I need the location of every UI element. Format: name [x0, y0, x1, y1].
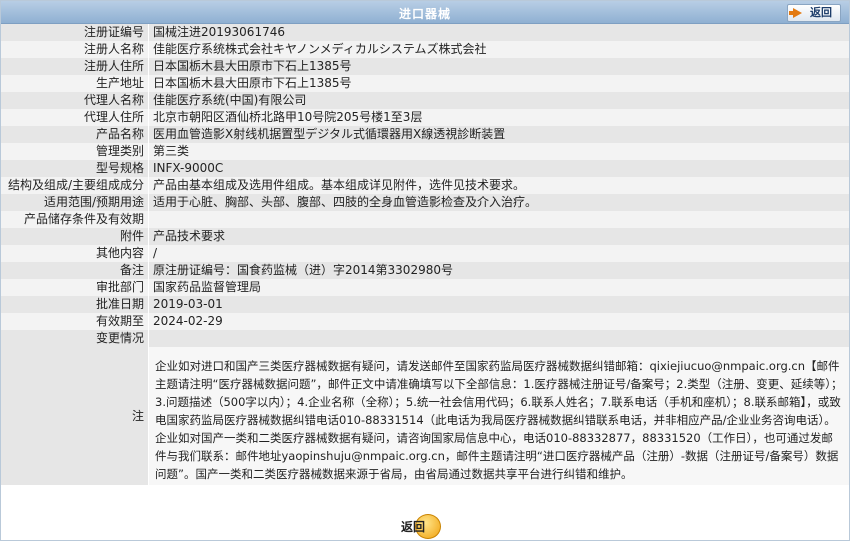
row-label: 其他内容	[1, 245, 149, 262]
row-label: 备注	[1, 262, 149, 279]
table-row: 批准日期 2019-03-01	[1, 296, 849, 313]
row-label: 产品储存条件及有效期	[1, 211, 149, 228]
row-label: 产品名称	[1, 126, 149, 143]
back-button-bottom-label: 返回	[401, 520, 426, 534]
table-row: 其他内容 /	[1, 245, 849, 262]
back-button-bottom[interactable]: 返回	[401, 514, 443, 539]
row-value: 佳能医疗系统(中国)有限公司	[148, 92, 849, 109]
row-value: 北京市朝阳区酒仙桥北路甲10号院205号楼1至3层	[148, 109, 849, 126]
row-value: 2024-02-29	[148, 313, 849, 330]
note-label: 注	[1, 347, 149, 485]
row-value: 适用于心脏、胸部、头部、腹部、四肢的全身血管造影检查及介入治疗。	[148, 194, 849, 211]
table-row: 产品储存条件及有效期	[1, 211, 849, 228]
arrow-right-icon	[789, 8, 802, 18]
row-label: 变更情况	[1, 330, 149, 347]
row-label: 型号规格	[1, 160, 149, 177]
table-row: 产品名称 医用血管造影X射线机据置型デジタル式循環器用X線透視診断装置	[1, 126, 849, 143]
table-row: 代理人名称 佳能医疗系统(中国)有限公司	[1, 92, 849, 109]
row-value: 佳能医疗系统株式会社キヤノンメディカルシステムズ株式会社	[148, 41, 849, 58]
row-value: 日本国栃木县大田原市下石上1385号	[148, 58, 849, 75]
table-row: 管理类别 第三类	[1, 143, 849, 160]
row-value: 医用血管造影X射线机据置型デジタル式循環器用X線透視診断装置	[148, 126, 849, 143]
row-value: 产品技术要求	[148, 228, 849, 245]
row-label: 代理人住所	[1, 109, 149, 126]
row-value: 日本国栃木县大田原市下石上1385号	[148, 75, 849, 92]
row-label: 适用范围/预期用途	[1, 194, 149, 211]
note-text: 企业如对进口和国产三类医疗器械数据有疑问，请发送邮件至国家药监局医疗器械数据纠错…	[148, 347, 849, 485]
page-title: 进口器械	[398, 7, 451, 21]
back-button-label: 返回	[810, 6, 832, 19]
table-row: 有效期至 2024-02-29	[1, 313, 849, 330]
footer: 返回	[1, 512, 849, 540]
row-label: 注册人名称	[1, 41, 149, 58]
row-label: 结构及组成/主要组成成分	[1, 177, 149, 194]
row-value	[148, 211, 849, 228]
row-label: 注册证编号	[1, 24, 149, 41]
note-row: 注 企业如对进口和国产三类医疗器械数据有疑问，请发送邮件至国家药监局医疗器械数据…	[1, 347, 849, 485]
table-row: 适用范围/预期用途 适用于心脏、胸部、头部、腹部、四肢的全身血管造影检查及介入治疗…	[1, 194, 849, 211]
row-label: 附件	[1, 228, 149, 245]
row-label: 有效期至	[1, 313, 149, 330]
row-label: 注册人住所	[1, 58, 149, 75]
table-row: 结构及组成/主要组成成分 产品由基本组成及选用件组成。基本组成详见附件，选件见技术…	[1, 177, 849, 194]
table-row: 变更情况	[1, 330, 849, 347]
row-value: 国械注进20193061746	[148, 24, 849, 41]
table-row: 代理人住所 北京市朝阳区酒仙桥北路甲10号院205号楼1至3层	[1, 109, 849, 126]
table-row: 附件 产品技术要求	[1, 228, 849, 245]
row-value: 第三类	[148, 143, 849, 160]
row-value: 原注册证编号：国食药监械（进）字2014第3302980号	[148, 262, 849, 279]
table-row: 注册证编号 国械注进20193061746	[1, 24, 849, 41]
detail-table: 注册证编号 国械注进20193061746 注册人名称 佳能医疗系统株式会社キヤノンメ…	[1, 24, 849, 485]
row-label: 审批部门	[1, 279, 149, 296]
table-row: 备注 原注册证编号：国食药监械（进）字2014第3302980号	[1, 262, 849, 279]
row-value	[148, 330, 849, 347]
row-label: 生产地址	[1, 75, 149, 92]
row-label: 批准日期	[1, 296, 149, 313]
detail-panel: 进口器械 返回 注册证编号 国械注进20193061746 注册人名称 佳能医疗系统株…	[0, 0, 850, 541]
table-row: 审批部门 国家药品监督管理局	[1, 279, 849, 296]
table-row: 型号规格 INFX-9000C	[1, 160, 849, 177]
table-row: 注册人住所 日本国栃木县大田原市下石上1385号	[1, 58, 849, 75]
row-label: 代理人名称	[1, 92, 149, 109]
title-bar: 进口器械 返回	[1, 1, 849, 24]
row-value: /	[148, 245, 849, 262]
table-row: 生产地址 日本国栃木县大田原市下石上1385号	[1, 75, 849, 92]
row-value: 国家药品监督管理局	[148, 279, 849, 296]
row-label: 管理类别	[1, 143, 149, 160]
back-button-top[interactable]: 返回	[787, 4, 841, 22]
table-row: 注册人名称 佳能医疗系统株式会社キヤノンメディカルシステムズ株式会社	[1, 41, 849, 58]
row-value: 2019-03-01	[148, 296, 849, 313]
row-value: 产品由基本组成及选用件组成。基本组成详见附件，选件见技术要求。	[148, 177, 849, 194]
row-value: INFX-9000C	[148, 160, 849, 177]
